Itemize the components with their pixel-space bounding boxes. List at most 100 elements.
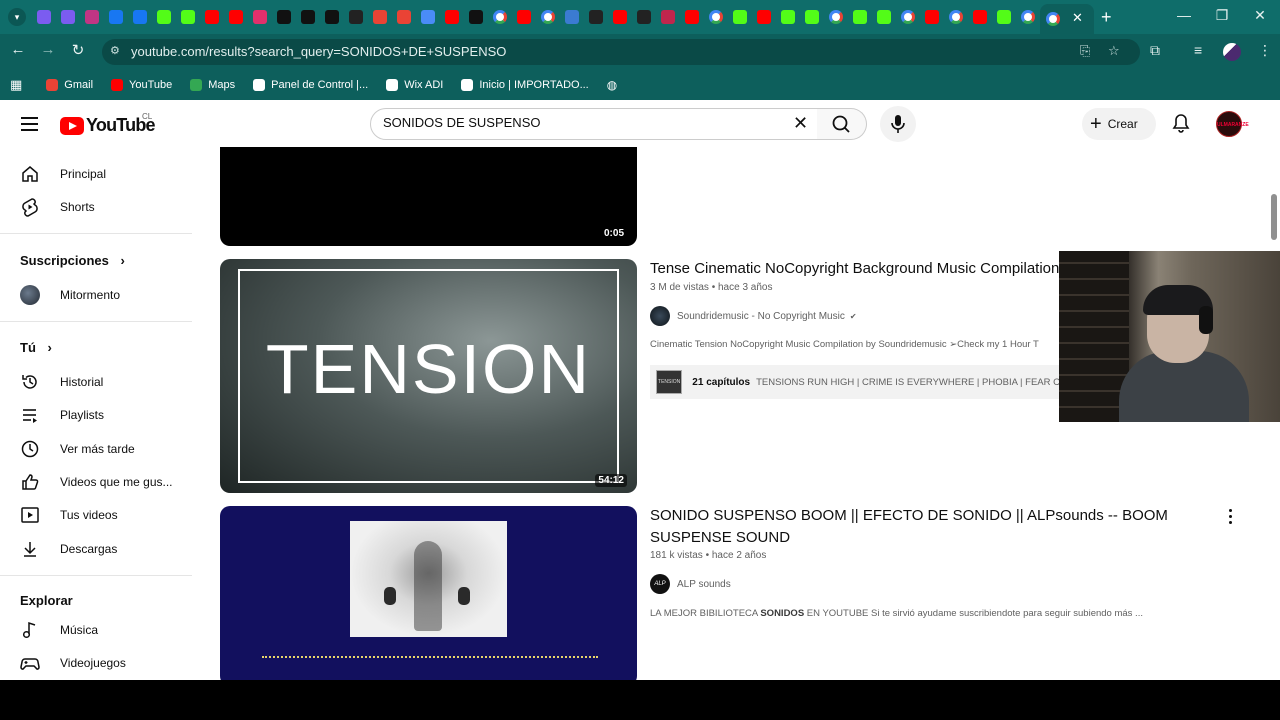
browser-tab[interactable]	[776, 0, 800, 34]
browser-tab[interactable]	[824, 0, 848, 34]
browser-tab[interactable]	[560, 0, 584, 34]
browser-tab[interactable]	[320, 0, 344, 34]
browser-tab[interactable]	[1016, 0, 1040, 34]
video-thumbnail[interactable]: 0:05	[220, 147, 637, 246]
browser-tab[interactable]	[944, 0, 968, 34]
search-box[interactable]: ✕	[370, 108, 818, 140]
video-thumbnail[interactable]: TENSION 54:12	[220, 259, 637, 493]
browser-tab[interactable]	[752, 0, 776, 34]
browser-tab[interactable]	[56, 0, 80, 34]
sidebar-item-playlists[interactable]: Playlists	[20, 403, 104, 427]
sidebar-item-videojuegos[interactable]: Videojuegos	[20, 651, 126, 675]
sidebar-item-liked-videos[interactable]: Videos que me gus...	[20, 470, 173, 494]
browser-tab[interactable]	[488, 0, 512, 34]
extensions-icon[interactable]: ⧉	[1150, 42, 1160, 59]
chapters-strip[interactable]: TENSION 21 capítulos TENSIONS RUN HIGH |…	[650, 365, 1060, 399]
browser-tab[interactable]	[176, 0, 200, 34]
clear-search-icon[interactable]: ✕	[793, 113, 808, 134]
bookmark-star-icon[interactable]: ☆	[1108, 43, 1120, 59]
reload-button[interactable]: ↻	[67, 41, 89, 59]
browser-tab[interactable]	[392, 0, 416, 34]
sidebar-item-principal[interactable]: Principal	[20, 162, 106, 186]
browser-tab[interactable]	[704, 0, 728, 34]
forward-button[interactable]: →	[37, 41, 59, 58]
browser-tab[interactable]	[536, 0, 560, 34]
browser-tab[interactable]	[416, 0, 440, 34]
browser-tab[interactable]	[632, 0, 656, 34]
browser-tab[interactable]	[296, 0, 320, 34]
browser-tab[interactable]	[656, 0, 680, 34]
sidebar-item-tus-videos[interactable]: Tus videos	[20, 503, 118, 527]
notifications-bell-icon[interactable]	[1170, 112, 1192, 134]
new-tab-button[interactable]: +	[1101, 7, 1112, 28]
browser-tab[interactable]	[920, 0, 944, 34]
url-text[interactable]: youtube.com/results?search_query=SONIDOS…	[131, 44, 506, 59]
apps-grid-icon[interactable]: ▦	[10, 77, 22, 93]
browser-tab[interactable]	[104, 0, 128, 34]
video-title[interactable]: SONIDO SUSPENSO BOOM || EFECTO DE SONIDO…	[650, 505, 1215, 549]
voice-search-button[interactable]	[880, 106, 916, 142]
minimize-button[interactable]: —	[1164, 7, 1204, 23]
sidebar-item-historial[interactable]: Historial	[20, 370, 103, 394]
search-button[interactable]	[817, 108, 867, 140]
bookmark-item[interactable]: Wix ADI	[386, 79, 443, 91]
browser-tab[interactable]	[992, 0, 1016, 34]
bookmark-item[interactable]: Gmail	[46, 79, 93, 91]
browser-tab[interactable]	[224, 0, 248, 34]
close-window-button[interactable]: ✕	[1240, 7, 1280, 24]
channel-link[interactable]: Soundridemusic - No Copyright Music ✔	[650, 306, 857, 326]
bookmark-item[interactable]: Panel de Control |...	[253, 79, 368, 91]
address-bar[interactable]: ⚙ youtube.com/results?search_query=SONID…	[102, 39, 1140, 65]
video-thumbnail[interactable]	[220, 506, 637, 680]
chrome-menu-icon[interactable]: ⋮	[1258, 42, 1272, 59]
browser-tab[interactable]	[608, 0, 632, 34]
sidebar-item-musica[interactable]: Música	[20, 618, 98, 642]
channel-link[interactable]: ALP ALP sounds	[650, 574, 731, 594]
browser-tab[interactable]	[512, 0, 536, 34]
globe-icon[interactable]: ◍	[607, 78, 617, 92]
sidebar-item-descargas[interactable]: Descargas	[20, 537, 117, 561]
sidebar-item-ver-mas-tarde[interactable]: Ver más tarde	[20, 437, 135, 461]
bookmark-item[interactable]: Inicio | IMPORTADO...	[461, 79, 589, 91]
browser-tab[interactable]	[80, 0, 104, 34]
browser-tab[interactable]	[728, 0, 752, 34]
you-heading[interactable]: Tú ›	[20, 340, 52, 355]
browser-tab[interactable]	[344, 0, 368, 34]
browser-tab[interactable]	[440, 0, 464, 34]
subscriptions-heading[interactable]: Suscripciones ›	[20, 253, 125, 268]
install-app-icon[interactable]: ⎘	[1080, 43, 1090, 59]
browser-tab[interactable]	[272, 0, 296, 34]
browser-tab[interactable]	[152, 0, 176, 34]
browser-tab[interactable]	[680, 0, 704, 34]
bookmark-item[interactable]: Maps	[190, 79, 235, 91]
browser-tab[interactable]	[896, 0, 920, 34]
account-avatar[interactable]: ULMARANZE	[1216, 111, 1249, 137]
sidebar-item-shorts[interactable]: Shorts	[20, 195, 95, 219]
browser-tab[interactable]	[32, 0, 56, 34]
scrollbar-thumb[interactable]	[1271, 194, 1277, 240]
browser-tab[interactable]	[584, 0, 608, 34]
profile-avatar[interactable]	[1223, 43, 1241, 61]
back-button[interactable]: ←	[7, 41, 29, 58]
browser-tab[interactable]	[968, 0, 992, 34]
browser-tab[interactable]	[248, 0, 272, 34]
youtube-logo[interactable]: YouTube	[60, 115, 156, 136]
menu-icon[interactable]	[21, 117, 38, 131]
create-button[interactable]: + Crear	[1082, 108, 1156, 140]
browser-tab[interactable]	[848, 0, 872, 34]
browser-tab[interactable]	[464, 0, 488, 34]
tab-search-chevron-icon[interactable]: ▾	[8, 8, 26, 26]
search-input[interactable]	[383, 115, 783, 130]
active-tab[interactable]: ✕	[1040, 4, 1094, 34]
site-settings-icon[interactable]: ⚙	[110, 44, 124, 58]
browser-tab[interactable]	[128, 0, 152, 34]
browser-tab[interactable]	[800, 0, 824, 34]
bookmark-item[interactable]: YouTube	[111, 79, 172, 91]
close-icon[interactable]: ✕	[1072, 10, 1083, 26]
sidebar-item-mitormento[interactable]: Mitormento	[20, 283, 120, 307]
browser-tab[interactable]	[200, 0, 224, 34]
browser-tab[interactable]	[368, 0, 392, 34]
restore-button[interactable]: ❐	[1202, 7, 1242, 24]
more-actions-icon[interactable]	[1226, 509, 1234, 525]
video-title[interactable]: Tense Cinematic NoCopyright Background M…	[650, 258, 1060, 280]
